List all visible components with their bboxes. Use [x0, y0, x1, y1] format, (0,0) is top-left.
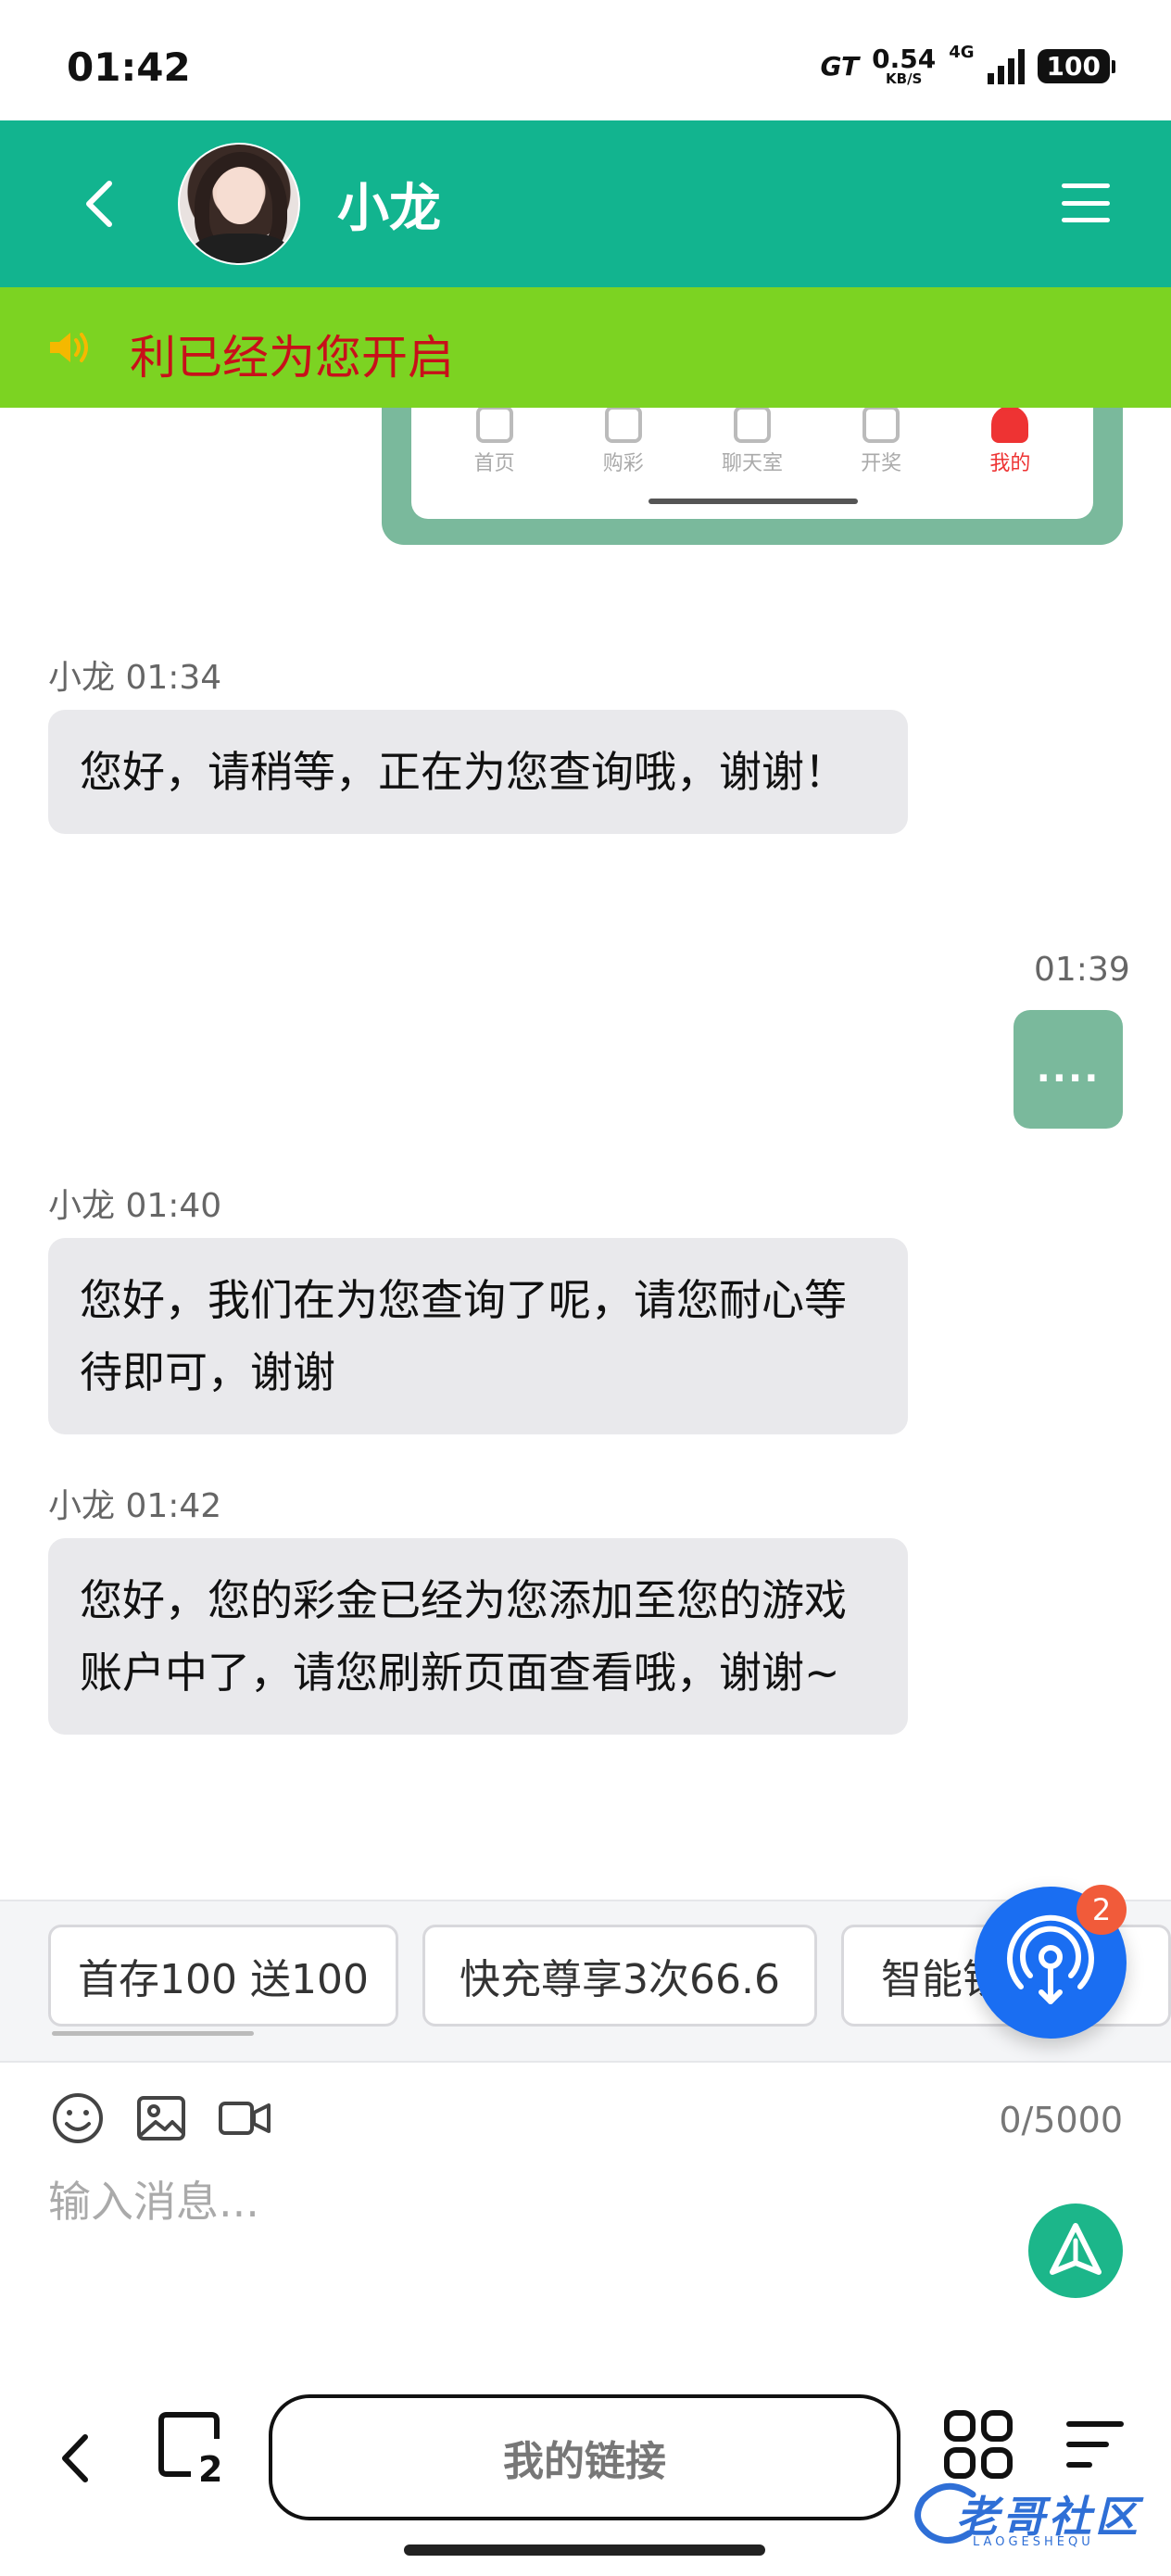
user-icon — [991, 408, 1029, 443]
network-type: 4G — [949, 43, 975, 62]
watermark-subtext: LAOGESHEQU — [973, 2535, 1094, 2549]
message-time: 01:40 — [125, 1187, 222, 1225]
incoming-bubble[interactable]: 您好，我们在为您查询了呢，请您耐心等待即可，谢谢 — [48, 1238, 908, 1434]
notice-text: 利已经为您开启 — [130, 331, 454, 385]
apps-grid-icon[interactable] — [943, 2409, 1014, 2480]
message-input[interactable] — [48, 2165, 975, 2239]
signal-icon — [987, 48, 1025, 84]
status-indicators: GT 0.54 KB/S 4G 100 — [820, 43, 1116, 86]
outgoing-bubble[interactable]: .... — [1014, 1010, 1123, 1129]
message-time: 01:34 — [125, 659, 222, 697]
image-message[interactable]: 首页 购彩 聊天室 开奖 我的 — [382, 408, 1123, 545]
home-indicator[interactable] — [404, 2544, 765, 2556]
message-meta: 小龙 01:34 — [48, 650, 221, 699]
sender-name: 小龙 — [48, 1187, 116, 1225]
menu-icon[interactable] — [1062, 183, 1110, 222]
preview-tab-home: 首页 — [439, 408, 550, 476]
image-icon[interactable] — [133, 2090, 189, 2146]
url-bar[interactable]: 我的链接 — [269, 2394, 900, 2520]
notice-banner: 利已经为您开启 — [0, 287, 1171, 408]
preview-tab-label: 聊天室 — [721, 452, 783, 475]
status-time: 01:42 — [67, 44, 191, 90]
battery-icon: 100 — [1037, 49, 1116, 83]
brand-mark: GT — [820, 51, 860, 82]
speed-unit: KB/S — [886, 70, 923, 87]
message-time: 01:39 — [1034, 951, 1130, 989]
speaker-icon — [50, 333, 88, 362]
emoji-icon[interactable] — [50, 2090, 106, 2146]
incoming-bubble[interactable]: 您好，请稍等，正在为您查询哦，谢谢！ — [48, 710, 908, 834]
back-icon[interactable] — [74, 176, 130, 232]
quick-reply-chip[interactable]: 首存100 送100 — [48, 1925, 398, 2027]
chat-messages[interactable]: 首页 购彩 聊天室 开奖 我的 小龙 01:34 您好，请稍等，正在为您查询哦，… — [0, 408, 1171, 1900]
send-button[interactable] — [1028, 2203, 1123, 2298]
message-meta: 小龙 01:40 — [48, 1179, 221, 1227]
preview-tab-mine: 我的 — [954, 408, 1065, 476]
preview-tab-buy: 购彩 — [568, 408, 679, 476]
preview-tab-label: 开奖 — [861, 452, 902, 475]
home-icon — [475, 408, 513, 443]
message-meta: 小龙 01:42 — [48, 1479, 221, 1527]
cart-icon — [604, 408, 642, 443]
character-counter: 0/5000 — [999, 2100, 1123, 2140]
notification-badge: 2 — [1077, 1885, 1127, 1935]
scroll-indicator — [52, 2031, 254, 2036]
message-composer: 0/5000 — [0, 2063, 1171, 2368]
chat-icon — [733, 408, 771, 443]
chat-header: 小龙 — [0, 120, 1171, 287]
message-time: 01:42 — [125, 1487, 222, 1525]
preview-tab-label: 我的 — [989, 452, 1031, 475]
tab-count: 2 — [198, 2449, 222, 2485]
back-icon[interactable] — [54, 2426, 98, 2491]
trophy-icon — [863, 408, 900, 443]
preview-tab-label: 首页 — [473, 452, 515, 475]
contact-name: 小龙 — [337, 179, 441, 239]
incoming-bubble[interactable]: 您好，您的彩金已经为您添加至您的游戏账户中了，请您刷新页面查看哦，谢谢~ — [48, 1538, 908, 1735]
quick-reply-chip[interactable]: 快充尊享3次66.6 — [422, 1925, 817, 2027]
send-icon — [1050, 2223, 1102, 2275]
video-icon[interactable] — [217, 2090, 272, 2146]
avatar[interactable] — [178, 143, 300, 265]
status-bar: 01:42 GT 0.54 KB/S 4G 100 — [0, 0, 1171, 120]
speed-value: 0.54 — [872, 44, 937, 74]
sender-name: 小龙 — [48, 659, 116, 697]
watermark-logo: 老哥社区 LAOGESHEQU — [908, 2470, 1158, 2554]
preview-tab-chatroom: 聊天室 — [697, 408, 808, 476]
network-speed: 0.54 KB/S — [872, 46, 936, 86]
preview-tab-label: 购彩 — [602, 452, 644, 475]
browser-navbar: 2 我的链接 老哥社区 LAOGESHEQU — [0, 2368, 1171, 2576]
menu-icon[interactable] — [1065, 2417, 1125, 2472]
screenshot-preview: 首页 购彩 聊天室 开奖 我的 — [411, 408, 1093, 519]
preview-tab-draw: 开奖 — [825, 408, 937, 476]
sender-name: 小龙 — [48, 1487, 116, 1525]
tabs-icon[interactable]: 2 — [157, 2411, 232, 2485]
